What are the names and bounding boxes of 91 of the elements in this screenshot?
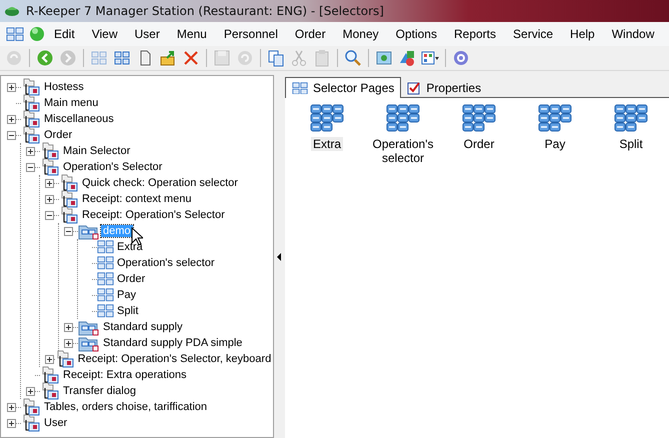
tab[interactable]: Properties — [401, 78, 488, 97]
shapes-button[interactable] — [397, 48, 417, 68]
folder-icon — [40, 382, 60, 400]
expand-button[interactable] — [26, 386, 35, 396]
tree-item[interactable]: Pay — [115, 289, 138, 301]
tree-item[interactable]: Miscellaneous — [42, 113, 116, 125]
expand-button[interactable] — [26, 146, 35, 156]
page-item[interactable]: Split — [593, 104, 669, 151]
grid-icon — [97, 240, 114, 254]
menu-item[interactable]: Help — [563, 27, 603, 41]
app-icon — [4, 4, 20, 18]
collapse-button[interactable] — [45, 210, 54, 220]
grid-icon — [97, 256, 114, 270]
tree-item[interactable]: Hostess — [42, 81, 86, 93]
folder-icon — [54, 350, 75, 368]
folder-icon — [59, 174, 79, 192]
collapse-arrow-icon — [277, 252, 282, 260]
grid-icon — [6, 26, 24, 42]
menu-item[interactable]: Reports — [446, 27, 504, 41]
page-item[interactable]: Operation's selector — [365, 104, 441, 165]
folder-icon — [21, 110, 41, 128]
menu-item[interactable]: Order — [288, 27, 334, 41]
expand-button[interactable] — [64, 322, 73, 332]
settings-button[interactable] — [451, 48, 471, 68]
grid-icon — [97, 272, 114, 286]
folder-icon — [21, 126, 41, 144]
expand-button[interactable] — [7, 114, 16, 124]
back-button[interactable] — [35, 48, 55, 68]
tree-item[interactable]: Standard supply — [101, 321, 184, 333]
expand-button[interactable] — [7, 402, 16, 412]
tree-item[interactable]: Receipt: Operation's Selector, keyboard — [76, 353, 274, 365]
tree-item[interactable]: Quick check: Operation selector — [80, 177, 240, 189]
grid-icon — [97, 288, 114, 302]
folder-icon — [40, 142, 60, 160]
menu-item[interactable]: Menu — [170, 27, 215, 41]
menu-item[interactable]: Options — [388, 27, 445, 41]
menu-item[interactable]: Personnel — [216, 27, 286, 41]
selector-page-icon — [386, 104, 420, 132]
folder-icon — [59, 206, 79, 224]
selector-page-icon — [614, 104, 648, 132]
tree-item[interactable]: Receipt: context menu — [80, 193, 194, 205]
expand-button[interactable] — [7, 418, 16, 428]
expand-button[interactable] — [45, 354, 54, 364]
search-button[interactable] — [343, 48, 363, 68]
expand-button[interactable] — [45, 194, 54, 204]
folder-icon — [21, 94, 41, 112]
folder-icon — [21, 78, 41, 96]
tree-item[interactable]: Main Selector — [61, 145, 132, 157]
selector-page-icon — [538, 104, 572, 132]
menu-item[interactable]: Service — [506, 27, 562, 41]
tree-item[interactable]: Operation's selector — [115, 257, 216, 269]
grid-icon — [292, 82, 308, 94]
tree-item[interactable]: Extra — [115, 241, 145, 253]
page-item[interactable]: Pay — [517, 104, 593, 151]
menu-item[interactable]: Edit — [47, 27, 83, 41]
folder-icon — [40, 366, 60, 384]
tree-item[interactable]: Order — [115, 273, 148, 285]
tree-item[interactable]: Receipt: Extra operations — [61, 369, 189, 381]
expand-button[interactable] — [45, 178, 54, 188]
tree-item[interactable]: Standard supply PDA simple — [101, 337, 244, 349]
collapse-button[interactable] — [26, 162, 35, 172]
expand-button[interactable] — [64, 338, 73, 348]
collapse-button[interactable] — [64, 226, 73, 236]
tree-item[interactable]: Main menu — [42, 97, 100, 109]
menu-item[interactable]: View — [84, 27, 126, 41]
folder-icon — [40, 158, 60, 176]
selector-page-icon — [310, 104, 344, 132]
expand-button[interactable] — [7, 82, 16, 92]
tab[interactable]: Selector Pages — [285, 77, 402, 98]
tree-item[interactable]: Tables, orders choise, tariffication — [42, 401, 210, 413]
menu-item[interactable]: User — [127, 27, 168, 41]
copy-button[interactable] — [266, 48, 286, 68]
selector-page-icon — [462, 104, 496, 132]
folder-icon — [21, 414, 41, 432]
status-dot-icon — [29, 26, 45, 42]
tree-item[interactable]: Transfer dialog — [61, 385, 138, 397]
tree-item[interactable]: Split — [115, 305, 140, 317]
page-item[interactable]: Order — [441, 104, 517, 151]
tree-item[interactable]: Operation's Selector — [61, 161, 164, 173]
folder-icon — [21, 398, 41, 416]
tree-item[interactable]: Order — [42, 129, 74, 141]
page-item[interactable]: Extra — [289, 104, 365, 151]
tree-item[interactable]: User — [42, 417, 70, 429]
tree-item[interactable]: Receipt: Operation's Selector — [80, 209, 227, 221]
folder-icon — [59, 190, 79, 208]
menu-item[interactable]: Window — [604, 27, 662, 41]
menu-item[interactable]: Money — [336, 27, 387, 41]
window-title: R-Keeper 7 Manager Station (Restaurant: ENG) - [Selectors] — [26, 4, 384, 18]
checklist-icon — [407, 80, 422, 94]
grid-icon — [97, 304, 114, 318]
collapse-button[interactable] — [7, 130, 16, 140]
